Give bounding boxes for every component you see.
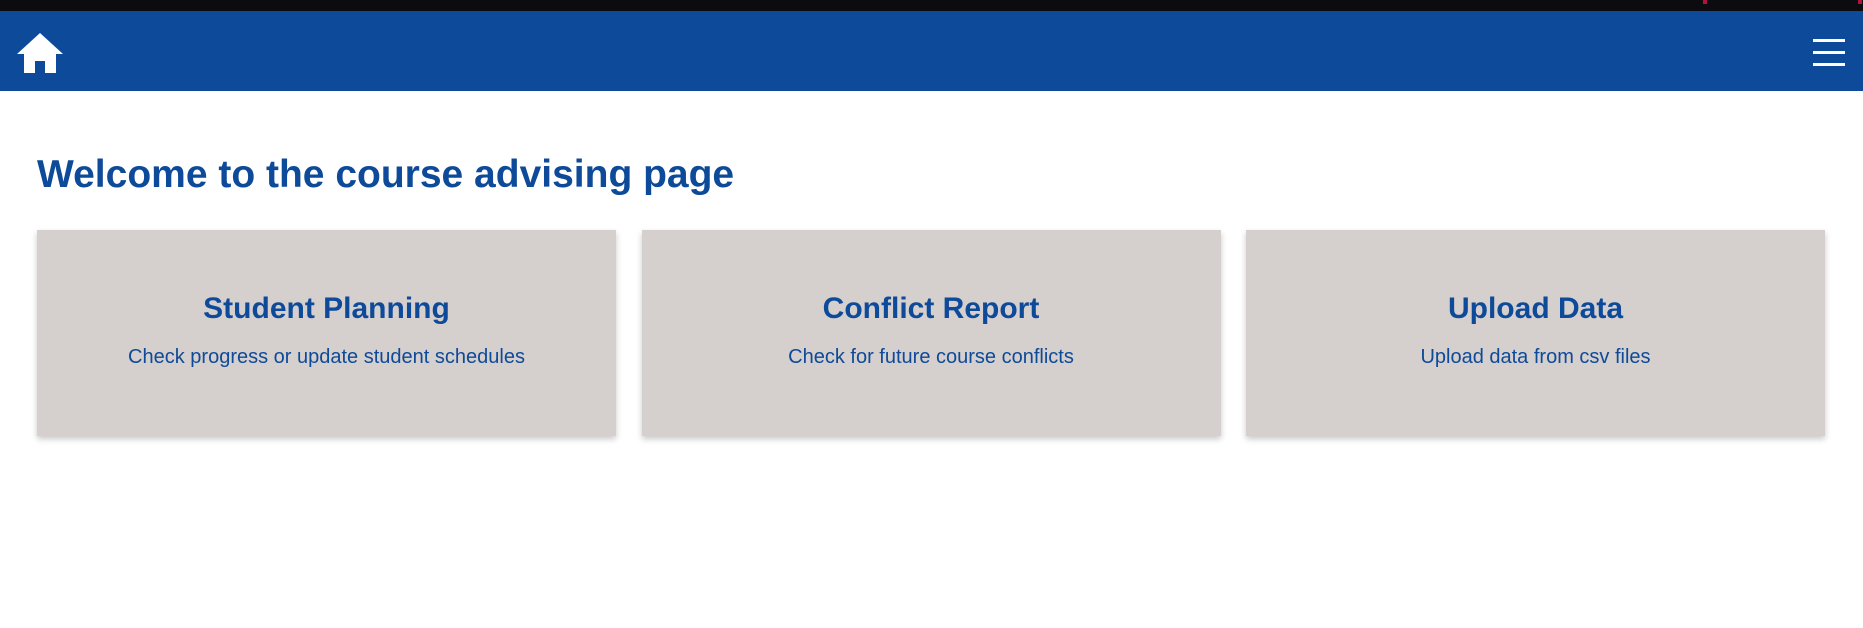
hamburger-menu-icon [1813,39,1845,42]
card-grid: Student Planning Check progress or updat… [37,230,1825,436]
top-navbar [0,11,1863,91]
hamburger-menu-icon [1813,63,1845,66]
menu-button[interactable] [1813,37,1845,69]
card-description: Check for future course conflicts [788,346,1074,368]
card-title: Conflict Report [822,292,1040,325]
student-planning-card[interactable]: Student Planning Check progress or updat… [37,230,616,436]
card-title: Student Planning [203,292,450,325]
upload-data-card[interactable]: Upload Data Upload data from csv files [1246,230,1825,436]
card-description: Upload data from csv files [1420,346,1651,368]
conflict-report-card[interactable]: Conflict Report Check for future course … [641,230,1221,436]
home-icon [17,33,63,73]
page-title: Welcome to the course advising page [37,153,735,196]
card-description: Check progress or update student schedul… [128,346,525,368]
browser-top-strip [0,0,1863,11]
strip-marker [1703,0,1707,4]
hamburger-menu-icon [1813,51,1845,54]
strip-marker [1858,0,1862,4]
home-button[interactable] [15,31,65,75]
card-title: Upload Data [1447,292,1624,325]
